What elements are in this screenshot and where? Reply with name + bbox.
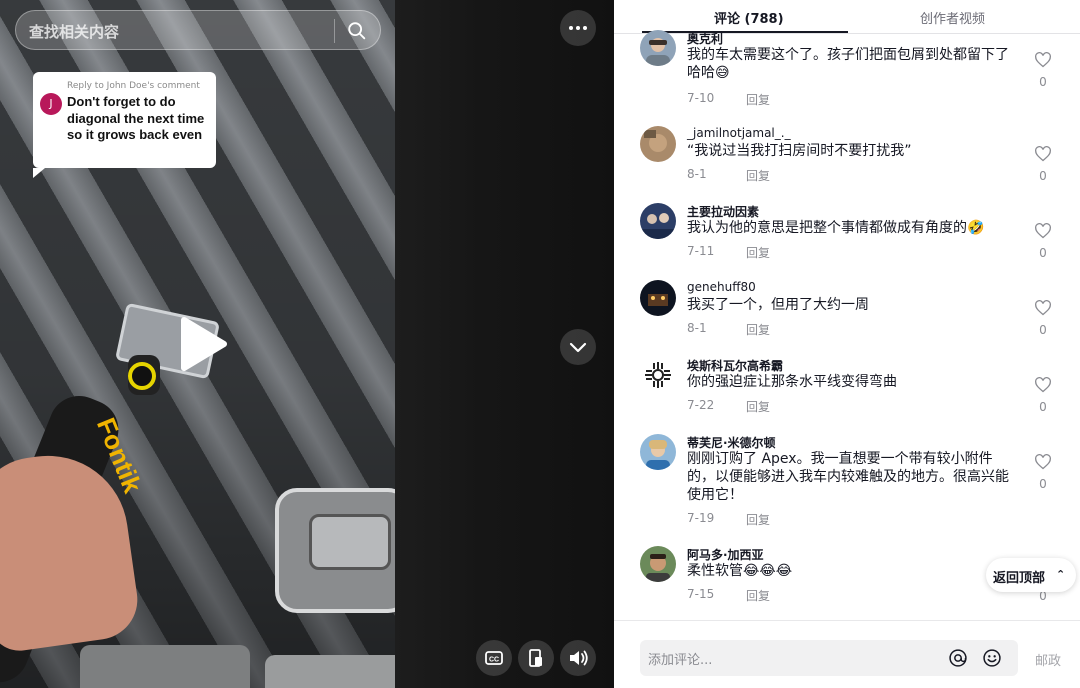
vacuum-ring bbox=[128, 362, 156, 390]
like-count: 0 bbox=[1039, 169, 1047, 183]
cc-icon: CC bbox=[485, 651, 503, 665]
search-bar[interactable]: 查找相关内容 bbox=[15, 10, 381, 50]
like-count: 0 bbox=[1039, 400, 1047, 414]
like-button[interactable]: 0 bbox=[1032, 223, 1054, 260]
reply-button[interactable]: 回复 bbox=[746, 398, 770, 415]
like-count: 0 bbox=[1039, 477, 1047, 491]
phone-icon bbox=[529, 649, 542, 667]
comment-date: 7-10 bbox=[687, 91, 715, 105]
tabs: 评论 (788) 创作者视频 bbox=[614, 0, 1080, 34]
heart-icon bbox=[1035, 300, 1051, 316]
like-count: 0 bbox=[1039, 323, 1047, 337]
comment-date: 7-15 bbox=[687, 587, 715, 601]
mention-icon[interactable] bbox=[948, 648, 968, 668]
comment-username[interactable]: _jamilnotjamal_._ bbox=[687, 126, 791, 140]
heart-icon bbox=[1035, 52, 1051, 68]
comment-username[interactable]: 主要拉动因素 bbox=[687, 203, 759, 220]
more-button[interactable] bbox=[560, 10, 596, 46]
dot-icon bbox=[583, 26, 587, 30]
comment-username[interactable]: 蒂芙尼·米德尔顿 bbox=[687, 434, 776, 451]
reply-button[interactable]: 回复 bbox=[746, 167, 770, 184]
comment-date: 7-11 bbox=[687, 244, 715, 258]
cup-holder-inner bbox=[309, 514, 391, 570]
back-to-top-label: 返回顶部 bbox=[993, 571, 1046, 586]
reply-button[interactable]: 回复 bbox=[746, 244, 770, 261]
dot-icon bbox=[576, 26, 580, 30]
heart-icon bbox=[1035, 377, 1051, 393]
dot-icon bbox=[569, 26, 573, 30]
like-button[interactable]: 0 bbox=[1032, 454, 1054, 491]
comment-text: 刚刚订购了 Apex。我一直想要一个带有较小附件的，以便能够进入我车内较难触及的… bbox=[687, 451, 1009, 503]
search-input[interactable]: 查找相关内容 bbox=[29, 21, 119, 42]
comment-text: 柔性软管😂😂😂 bbox=[687, 563, 793, 579]
comment-username[interactable]: genehuff80 bbox=[687, 280, 756, 294]
reply-button[interactable]: 回复 bbox=[746, 321, 770, 338]
post-button[interactable]: 邮政 bbox=[1035, 650, 1061, 669]
comment-username[interactable]: 奥克利 bbox=[687, 30, 723, 47]
like-button[interactable]: 0 bbox=[1032, 52, 1054, 89]
avatar[interactable] bbox=[640, 434, 676, 470]
tab-creator-videos[interactable]: 创作者视频 bbox=[920, 8, 985, 27]
svg-text:CC: CC bbox=[489, 657, 499, 664]
back-to-top-button[interactable]: 返回顶部 ⌃ bbox=[986, 558, 1076, 592]
like-button[interactable]: 0 bbox=[1032, 300, 1054, 337]
reply-button[interactable]: 回复 bbox=[746, 587, 770, 604]
comment-username[interactable]: 阿马多·加西亚 bbox=[687, 546, 764, 563]
next-video-button[interactable] bbox=[560, 329, 596, 365]
reply-card: Reply to John Doe's comment J Don't forg… bbox=[33, 72, 216, 178]
video-area: Fontik 查找相关内容 Reply to John Doe's commen… bbox=[0, 0, 614, 688]
like-button[interactable]: 0 bbox=[1032, 377, 1054, 414]
comment-date: 8-1 bbox=[687, 167, 707, 181]
reply-card-text: Don't forget to do diagonal the next tim… bbox=[67, 94, 205, 142]
play-icon[interactable] bbox=[178, 316, 228, 372]
avatar[interactable] bbox=[640, 203, 676, 239]
tab-comments[interactable]: 评论 (788) bbox=[714, 8, 784, 27]
chevron-up-icon: ⌃ bbox=[1056, 568, 1066, 581]
comment-input-area: 添加评论... 邮政 bbox=[614, 620, 1080, 688]
reply-button[interactable]: 回复 bbox=[746, 91, 770, 108]
comment-date: 7-22 bbox=[687, 398, 715, 412]
avatar[interactable] bbox=[640, 30, 676, 66]
reply-button[interactable]: 回复 bbox=[746, 511, 770, 528]
avatar[interactable] bbox=[640, 126, 676, 162]
comment-text: 我的车太需要这个了。孩子们把面包屑到处都留下了哈哈😅 bbox=[687, 47, 1009, 81]
car-trim-2 bbox=[265, 655, 395, 688]
like-button[interactable]: 0 bbox=[1032, 146, 1054, 183]
avatar[interactable] bbox=[640, 546, 676, 582]
cup-holder bbox=[275, 488, 395, 613]
search-icon[interactable] bbox=[346, 20, 368, 42]
emoji-icon[interactable] bbox=[982, 648, 1002, 668]
heart-icon bbox=[1035, 223, 1051, 239]
avatar[interactable] bbox=[640, 357, 676, 393]
comment-username[interactable]: 埃斯科瓦尔高希霸 bbox=[687, 357, 783, 374]
volume-button[interactable] bbox=[560, 640, 596, 676]
comment-date: 8-1 bbox=[687, 321, 707, 335]
chevron-down-icon bbox=[569, 342, 587, 353]
heart-icon bbox=[1035, 146, 1051, 162]
like-count: 0 bbox=[1039, 246, 1047, 260]
search-divider bbox=[334, 19, 335, 43]
like-count: 0 bbox=[1039, 75, 1047, 89]
reply-card-header: Reply to John Doe's comment bbox=[67, 81, 200, 91]
comment-date: 7-19 bbox=[687, 511, 715, 525]
device-button[interactable] bbox=[518, 640, 554, 676]
avatar: J bbox=[40, 93, 62, 115]
car-trim bbox=[80, 645, 250, 688]
comment-text: 我认为他的意思是把整个事情都做成有角度的🤣 bbox=[687, 220, 985, 236]
captions-button[interactable]: CC bbox=[476, 640, 512, 676]
comment-text: 你的强迫症让那条水平线变得弯曲 bbox=[687, 374, 897, 390]
heart-icon bbox=[1035, 454, 1051, 470]
speaker-icon bbox=[570, 650, 588, 666]
avatar[interactable] bbox=[640, 280, 676, 316]
comment-text: 我买了一个，但用了大约一周 bbox=[687, 297, 869, 313]
comment-text: “我说过当我打扫房间时不要打扰我” bbox=[687, 143, 912, 159]
divider bbox=[614, 33, 1080, 34]
